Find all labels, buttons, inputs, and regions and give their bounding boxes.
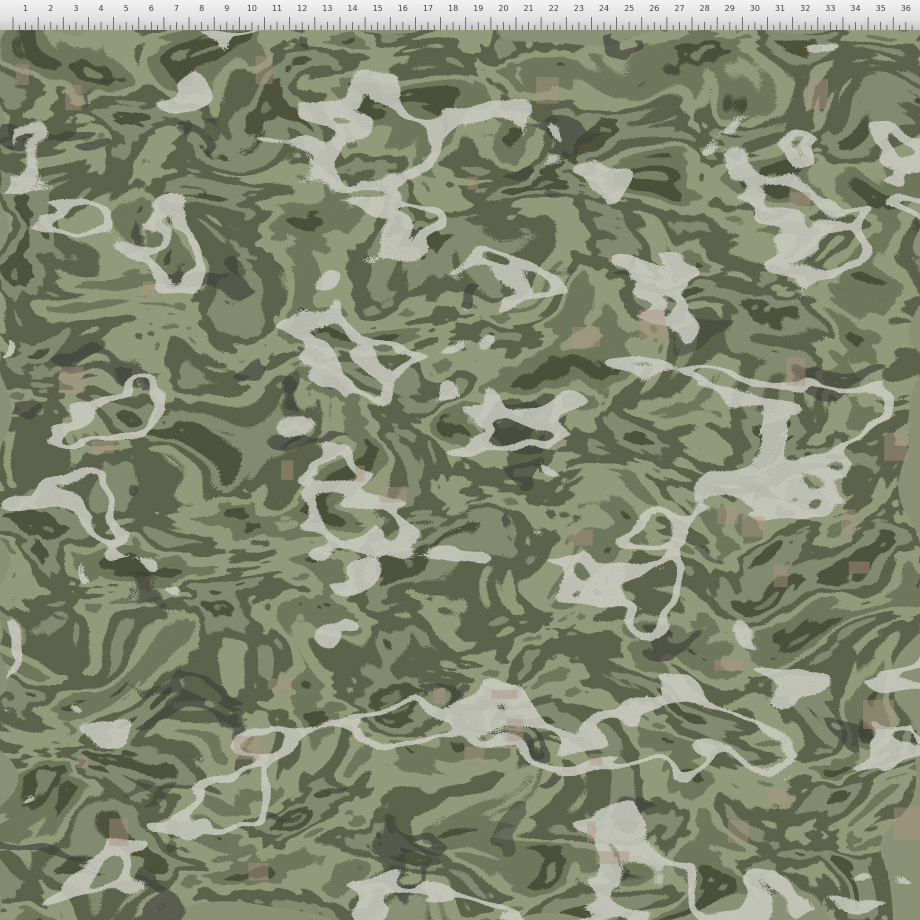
ruler-label: 23 xyxy=(574,4,584,13)
ruler-label: 28 xyxy=(700,4,710,13)
ruler-label: 15 xyxy=(373,4,383,13)
ruler-label: 34 xyxy=(850,4,860,13)
ruler-label: 35 xyxy=(876,4,886,13)
ruler-label: 22 xyxy=(549,4,559,13)
ruler-label: 21 xyxy=(523,4,533,13)
ruler-label: 2 xyxy=(48,4,53,13)
ruler-label: 17 xyxy=(423,4,433,13)
ruler-label: 31 xyxy=(775,4,785,13)
ruler-label: 16 xyxy=(398,4,408,13)
ruler-label: 18 xyxy=(448,4,458,13)
ruler-label: 7 xyxy=(174,4,179,13)
ruler-label: 30 xyxy=(750,4,760,13)
marbled-fabric-swatch xyxy=(0,30,920,920)
ruler-label: 25 xyxy=(624,4,634,13)
ruler-label: 36 xyxy=(901,4,911,13)
ruler-label: 4 xyxy=(98,4,103,13)
fabric-grain xyxy=(0,30,920,920)
ruler-label: 14 xyxy=(347,4,357,13)
ruler-label: 8 xyxy=(199,4,204,13)
ruler-label: 33 xyxy=(825,4,835,13)
ruler-label: 20 xyxy=(498,4,508,13)
ruler-label: 27 xyxy=(674,4,684,13)
ruler-label: 12 xyxy=(297,4,307,13)
ruler-label: 29 xyxy=(725,4,735,13)
ruler-label: 24 xyxy=(599,4,609,13)
ruler-label: 6 xyxy=(149,4,154,13)
ruler-label: 26 xyxy=(649,4,659,13)
ruler-label: 3 xyxy=(73,4,78,13)
ruler-label: 13 xyxy=(322,4,332,13)
ruler-label: 11 xyxy=(272,4,282,13)
ruler-label: 5 xyxy=(124,4,129,13)
ruler-label: 9 xyxy=(224,4,229,13)
ruler-label: 32 xyxy=(800,4,810,13)
measuring-ruler: 1 2 3 4 5 6 7 8 9 10 11 12 13 14 15 16 17 18 19 20 21 22 23 24 2… xyxy=(0,0,920,30)
ruler-label: 19 xyxy=(473,4,483,13)
ruler-label: 1 xyxy=(23,4,28,13)
ruler-label: 10 xyxy=(247,4,257,13)
